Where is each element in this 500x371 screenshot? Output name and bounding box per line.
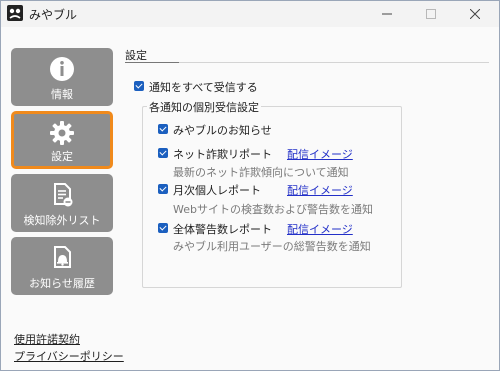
receive-all-checkbox[interactable] — [134, 81, 144, 91]
close-button[interactable] — [453, 1, 497, 27]
monthly-report-preview-link[interactable]: 配信イメージ — [287, 182, 353, 198]
notice-label: みやブルのお知らせ — [173, 124, 272, 137]
document-minus-icon — [54, 183, 73, 207]
section-divider-accent — [125, 62, 179, 63]
bell-document-icon — [54, 246, 71, 268]
sidebar-item-label: 情報 — [51, 88, 73, 101]
title-bar[interactable]: みやブル — [1, 1, 499, 27]
sidebar-item-settings[interactable]: 設定 — [11, 111, 113, 169]
app-logo-icon — [7, 5, 23, 21]
warning-report-label: 全体警告数レポート — [173, 223, 272, 236]
warning-report-description: みやブル利用ユーザーの総警告数を通知 — [173, 240, 371, 253]
fraud-report-description: 最新のネット詐欺傾向について通知 — [173, 166, 349, 179]
info-icon — [50, 57, 74, 81]
monthly-report-label: 月次個人レポート — [173, 184, 261, 197]
sidebar-item-exclusion-list[interactable]: 検知除外リスト — [11, 174, 113, 232]
notice-checkbox[interactable] — [158, 124, 168, 134]
monthly-report-description: Webサイトの検査数および警告数を通知 — [173, 203, 373, 216]
license-agreement-link[interactable]: 使用許諾契約 — [14, 331, 80, 347]
fraud-report-preview-link[interactable]: 配信イメージ — [287, 146, 353, 162]
window-title: みやブル — [29, 8, 78, 22]
section-title: 設定 — [125, 49, 147, 62]
minimize-icon — [382, 13, 392, 15]
warning-report-preview-link[interactable]: 配信イメージ — [287, 221, 353, 237]
maximize-icon — [426, 9, 436, 19]
gear-icon — [50, 121, 74, 145]
section-divider — [125, 62, 489, 63]
sidebar-item-info[interactable]: 情報 — [11, 48, 113, 106]
group-title: 各通知の個別受信設定 — [147, 99, 261, 115]
sidebar-item-label: お知らせ履歴 — [29, 277, 95, 290]
fraud-report-label: ネット詐欺リポート — [173, 148, 272, 161]
receive-all-label: 通知をすべて受信する — [149, 81, 258, 94]
minimize-button[interactable] — [365, 1, 409, 27]
sidebar-item-label: 設定 — [51, 150, 73, 163]
sidebar-item-notification-history[interactable]: お知らせ履歴 — [11, 237, 113, 295]
warning-report-checkbox[interactable] — [158, 223, 168, 233]
maximize-button[interactable] — [409, 1, 453, 27]
main-content: 情報 設定 検知除外リスト お知らせ履歴 使用許諾契約 プライバシーポリシー 設… — [1, 27, 499, 370]
close-icon — [470, 9, 480, 19]
privacy-policy-link[interactable]: プライバシーポリシー — [14, 348, 124, 364]
sidebar-item-label: 検知除外リスト — [23, 214, 101, 227]
app-window: みやブル 情報 設定 検知除外リスト お知らせ履歴 使用許諾契約 プライバシーポ… — [0, 0, 500, 371]
monthly-report-checkbox[interactable] — [158, 184, 168, 194]
fraud-report-checkbox[interactable] — [158, 148, 168, 158]
